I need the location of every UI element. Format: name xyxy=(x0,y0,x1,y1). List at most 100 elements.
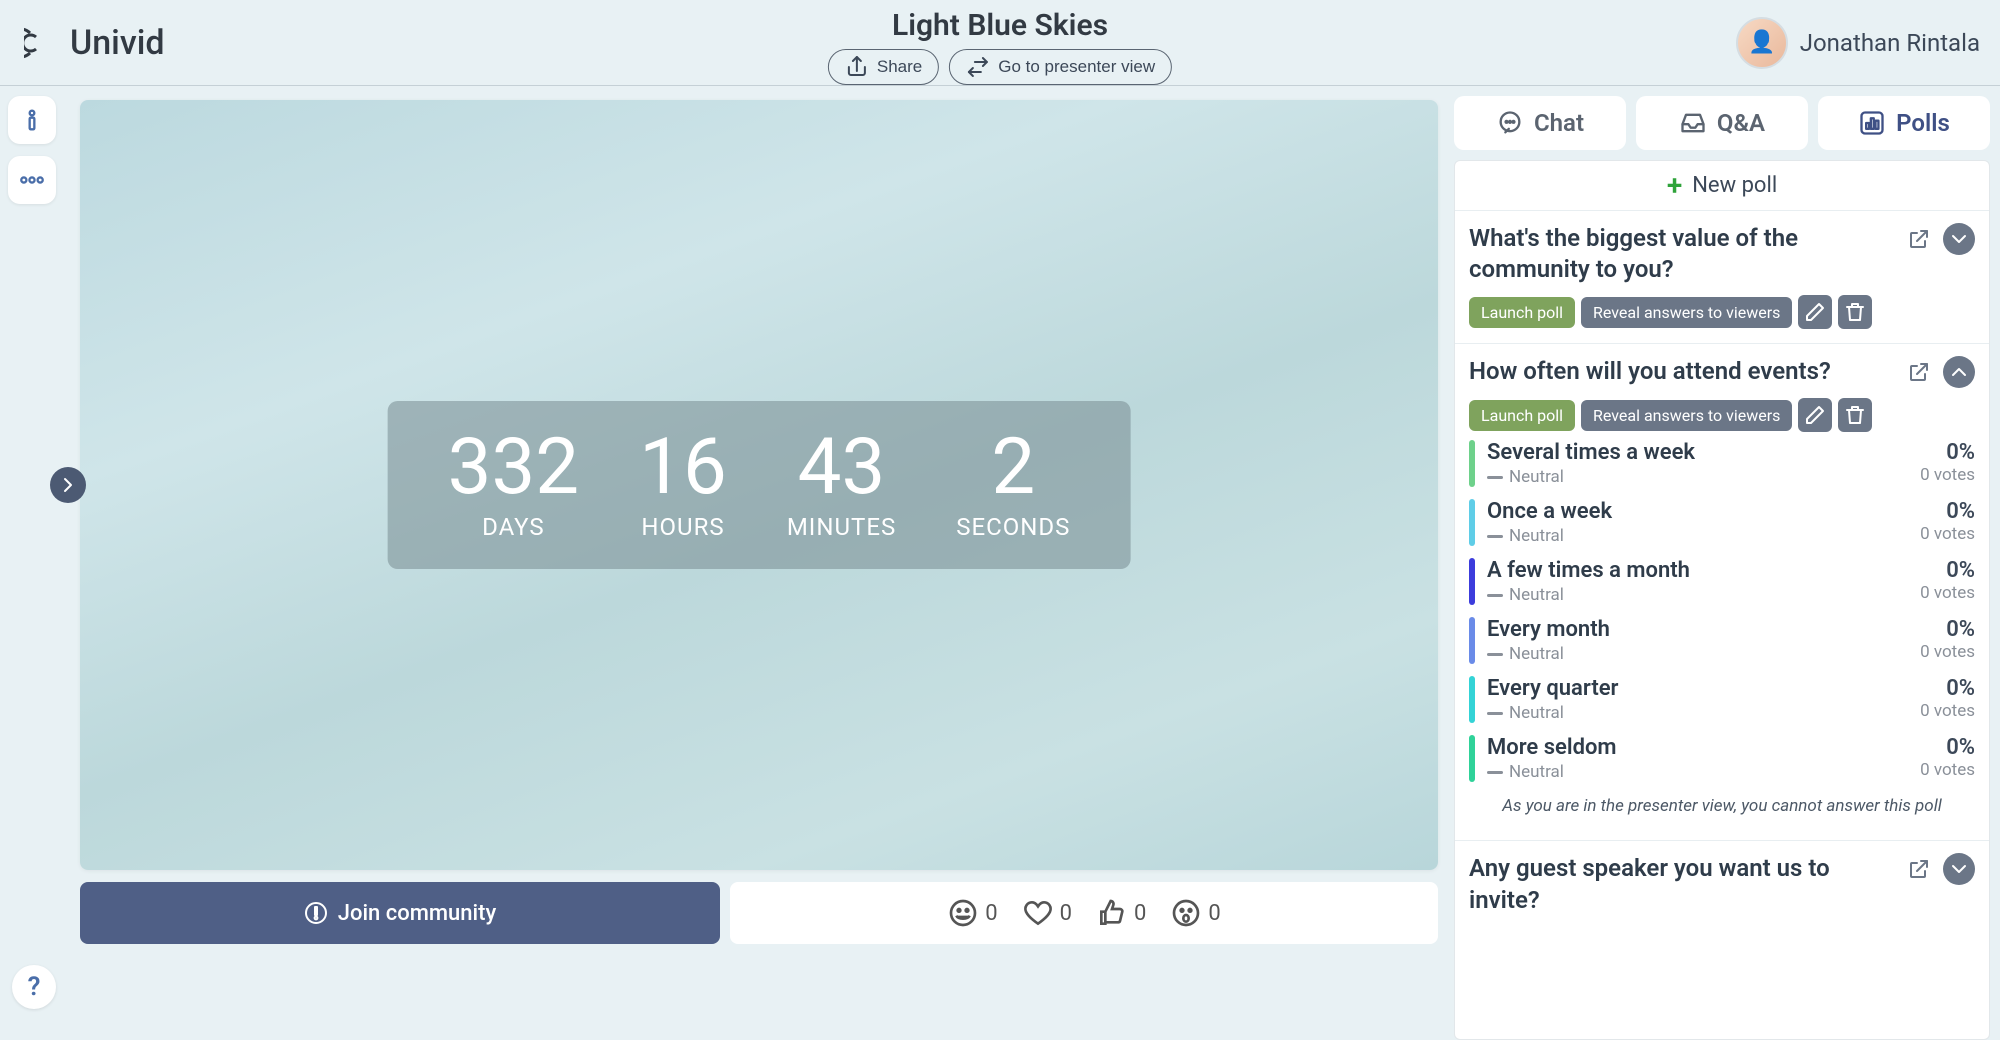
reactions-bar: 0 0 0 0 xyxy=(730,882,1438,944)
join-community-button[interactable]: Join community xyxy=(80,882,720,944)
countdown-timer: 332 DAYS 16 HOURS 43 MINUTES 2 SECONDS xyxy=(388,401,1131,569)
react-wow[interactable]: 0 xyxy=(1170,897,1220,929)
left-rail xyxy=(8,96,56,204)
presenter-cannot-vote-note: As you are in the presenter view, you ca… xyxy=(1469,786,1975,826)
option-color-bar xyxy=(1469,676,1475,723)
option-votes: 0 votes xyxy=(1920,701,1975,721)
option-percent: 0% xyxy=(1920,440,1975,465)
wow-icon xyxy=(1170,897,1202,929)
more-icon[interactable] xyxy=(8,156,56,204)
stage-bottom-bar: Join community 0 0 0 0 xyxy=(80,882,1438,944)
polls-panel: + New poll What's the biggest value of t… xyxy=(1454,160,1990,1040)
option-label: Every month xyxy=(1487,617,1920,642)
chevron-right-icon xyxy=(56,473,80,497)
right-panel: Chat Q&A Polls + New poll What's the big… xyxy=(1454,96,1990,1040)
option-percent: 0% xyxy=(1920,676,1975,701)
poll-item: What's the biggest value of the communit… xyxy=(1455,211,1989,344)
react-thumbs-up[interactable]: 0 xyxy=(1096,897,1146,929)
launch-poll-button[interactable]: Launch poll xyxy=(1469,400,1575,431)
external-link-icon xyxy=(1907,227,1931,251)
open-external-button[interactable] xyxy=(1903,223,1935,255)
chevron-down-icon xyxy=(1947,227,1971,251)
collapse-toggle-button[interactable] xyxy=(1943,356,1975,388)
share-icon xyxy=(845,55,869,79)
option-label: A few times a month xyxy=(1487,558,1920,583)
video-stage: 332 DAYS 16 HOURS 43 MINUTES 2 SECONDS xyxy=(80,100,1438,870)
poll-option[interactable]: Once a week Neutral 0% 0 votes xyxy=(1469,491,1975,550)
edit-poll-button[interactable] xyxy=(1798,295,1832,329)
collapse-toggle-button[interactable] xyxy=(1943,223,1975,255)
presenter-view-button[interactable]: Go to presenter view xyxy=(949,49,1172,85)
tab-chat[interactable]: Chat xyxy=(1454,96,1626,150)
option-sentiment: Neutral xyxy=(1487,703,1920,723)
thumbs-up-icon xyxy=(1096,897,1128,929)
react-heart[interactable]: 0 xyxy=(1022,897,1072,929)
option-votes: 0 votes xyxy=(1920,465,1975,485)
trash-icon xyxy=(1843,403,1867,427)
launch-poll-button[interactable]: Launch poll xyxy=(1469,297,1575,328)
alert-icon xyxy=(304,901,328,925)
option-color-bar xyxy=(1469,558,1475,605)
share-button[interactable]: Share xyxy=(828,49,939,85)
header-center: Light Blue Skies Share Go to presenter v… xyxy=(828,8,1172,85)
option-sentiment: Neutral xyxy=(1487,762,1920,782)
new-poll-button[interactable]: + New poll xyxy=(1455,161,1989,211)
countdown-days-value: 332 xyxy=(448,429,580,507)
edit-icon xyxy=(1803,403,1827,427)
react-laugh[interactable]: 0 xyxy=(947,897,997,929)
option-votes: 0 votes xyxy=(1920,760,1975,780)
option-percent: 0% xyxy=(1920,617,1975,642)
delete-poll-button[interactable] xyxy=(1838,295,1872,329)
countdown-seconds-value: 2 xyxy=(956,429,1070,507)
poll-option[interactable]: Several times a week Neutral 0% 0 votes xyxy=(1469,432,1975,491)
option-color-bar xyxy=(1469,735,1475,782)
laugh-icon xyxy=(947,897,979,929)
brand-name: Univid xyxy=(70,23,165,63)
poll-option[interactable]: A few times a month Neutral 0% 0 votes xyxy=(1469,550,1975,609)
poll-option[interactable]: Every month Neutral 0% 0 votes xyxy=(1469,609,1975,668)
help-button[interactable]: ? xyxy=(12,965,56,1009)
external-link-icon xyxy=(1907,857,1931,881)
poll-option[interactable]: More seldom Neutral 0% 0 votes xyxy=(1469,727,1975,786)
poll-item: Any guest speaker you want us to invite? xyxy=(1455,841,1989,929)
info-icon[interactable] xyxy=(8,96,56,144)
delete-poll-button[interactable] xyxy=(1838,398,1872,432)
option-color-bar xyxy=(1469,499,1475,546)
countdown-minutes-value: 43 xyxy=(787,429,896,507)
countdown-hours-label: HOURS xyxy=(639,513,727,541)
open-external-button[interactable] xyxy=(1903,356,1935,388)
session-title: Light Blue Skies xyxy=(828,8,1172,43)
poll-question: How often will you attend events? xyxy=(1469,356,1893,387)
option-color-bar xyxy=(1469,440,1475,487)
heart-icon xyxy=(1022,897,1054,929)
poll-question: What's the biggest value of the communit… xyxy=(1469,223,1893,285)
chevron-up-icon xyxy=(1947,360,1971,384)
option-sentiment: Neutral xyxy=(1487,644,1920,664)
option-percent: 0% xyxy=(1920,558,1975,583)
user-name: Jonathan Rintala xyxy=(1800,29,1980,57)
countdown-minutes-label: MINUTES xyxy=(787,513,896,541)
reveal-answers-button[interactable]: Reveal answers to viewers xyxy=(1581,400,1792,431)
tab-qa[interactable]: Q&A xyxy=(1636,96,1808,150)
collapse-toggle-button[interactable] xyxy=(1943,853,1975,885)
panel-tabs: Chat Q&A Polls xyxy=(1454,96,1990,150)
option-label: More seldom xyxy=(1487,735,1920,760)
swap-icon xyxy=(966,55,990,79)
option-label: Once a week xyxy=(1487,499,1920,524)
option-percent: 0% xyxy=(1920,735,1975,760)
open-external-button[interactable] xyxy=(1903,853,1935,885)
expand-stage-button[interactable] xyxy=(50,467,86,503)
option-sentiment: Neutral xyxy=(1487,526,1920,546)
option-percent: 0% xyxy=(1920,499,1975,524)
chevron-down-icon xyxy=(1947,857,1971,881)
user-avatar[interactable]: 👤 xyxy=(1736,17,1788,69)
poll-option[interactable]: Every quarter Neutral 0% 0 votes xyxy=(1469,668,1975,727)
edit-icon xyxy=(1803,300,1827,324)
reveal-answers-button[interactable]: Reveal answers to viewers xyxy=(1581,297,1792,328)
countdown-hours-value: 16 xyxy=(639,429,727,507)
brand-logo: Univid xyxy=(24,23,165,63)
option-sentiment: Neutral xyxy=(1487,585,1920,605)
edit-poll-button[interactable] xyxy=(1798,398,1832,432)
option-votes: 0 votes xyxy=(1920,642,1975,662)
tab-polls[interactable]: Polls xyxy=(1818,96,1990,150)
